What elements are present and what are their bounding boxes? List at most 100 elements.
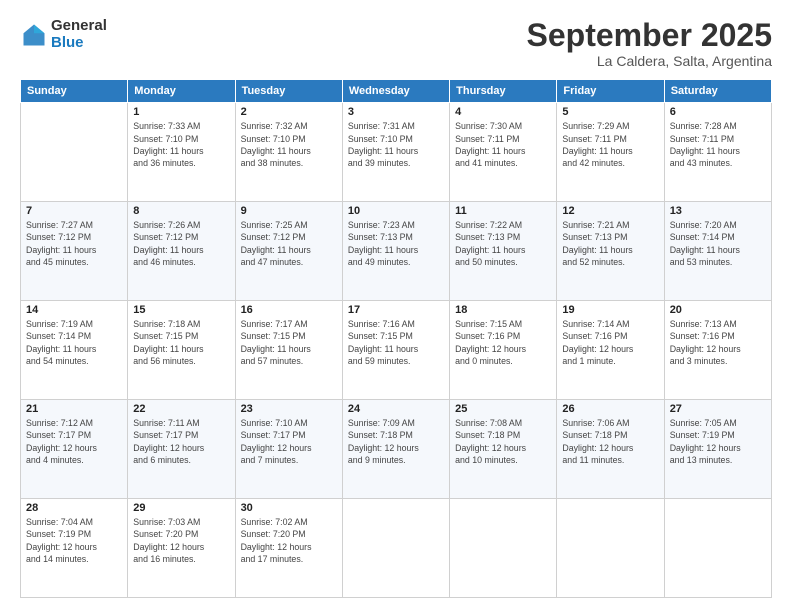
day-number: 12: [562, 205, 658, 217]
day-number: 20: [670, 304, 766, 316]
calendar-cell: 3Sunrise: 7:31 AM Sunset: 7:10 PM Daylig…: [342, 103, 449, 202]
day-number: 29: [133, 502, 229, 514]
day-info: Sunrise: 7:22 AM Sunset: 7:13 PM Dayligh…: [455, 219, 551, 268]
day-info: Sunrise: 7:18 AM Sunset: 7:15 PM Dayligh…: [133, 318, 229, 367]
calendar-cell: 9 Sunrise: 7:25 AM Sunset: 7:12 PM Daylig…: [235, 202, 342, 301]
weekday-header-thursday: Thursday: [450, 80, 557, 103]
logo-icon: [20, 21, 48, 49]
calendar-cell: 4 Sunrise: 7:30 AM Sunset: 7:11 PM Daylig…: [450, 103, 557, 202]
calendar-cell: 26 Sunrise: 7:06 AM Sunset: 7:18 PM Dayli…: [557, 400, 664, 499]
title-block: September 2025 La Caldera, Salta, Argent…: [527, 18, 772, 69]
day-info: Sunrise: 7:13 AM Sunset: 7:16 PM Dayligh…: [670, 318, 766, 367]
day-number: 5: [562, 106, 658, 118]
day-info: Sunrise: 7:08 AM Sunset: 7:18 PM Dayligh…: [455, 417, 551, 466]
day-info: Sunrise: 7:23 AM Sunset: 7:13 PM Dayligh…: [348, 219, 444, 268]
location: La Caldera, Salta, Argentina: [527, 53, 772, 69]
day-number: 2: [241, 106, 337, 118]
calendar-cell: 24 Sunrise: 7:09 AM Sunset: 7:18 PM Dayli…: [342, 400, 449, 499]
day-info: Sunrise: 7:32 AM Sunset: 7:10 PM Dayligh…: [241, 120, 337, 169]
calendar-cell: [21, 103, 128, 202]
calendar-cell: 7 Sunrise: 7:27 AM Sunset: 7:12 PM Daylig…: [21, 202, 128, 301]
calendar-cell: 29 Sunrise: 7:03 AM Sunset: 7:20 PM Dayli…: [128, 499, 235, 598]
day-number: 18: [455, 304, 551, 316]
weekday-header-monday: Monday: [128, 80, 235, 103]
day-number: 21: [26, 403, 122, 415]
calendar-cell: 19 Sunrise: 7:14 AM Sunset: 7:16 PM Dayli…: [557, 301, 664, 400]
calendar-cell: 21 Sunrise: 7:12 AM Sunset: 7:17 PM Dayli…: [21, 400, 128, 499]
calendar-cell: 16Sunrise: 7:17 AM Sunset: 7:15 PM Dayli…: [235, 301, 342, 400]
day-number: 1: [133, 106, 229, 118]
weekday-header-saturday: Saturday: [664, 80, 771, 103]
day-info: Sunrise: 7:12 AM Sunset: 7:17 PM Dayligh…: [26, 417, 122, 466]
header: General Blue September 2025 La Caldera, …: [20, 18, 772, 69]
day-number: 7: [26, 205, 122, 217]
logo: General Blue: [20, 18, 107, 51]
day-info: Sunrise: 7:14 AM Sunset: 7:16 PM Dayligh…: [562, 318, 658, 367]
day-number: 6: [670, 106, 766, 118]
calendar-cell: 2 Sunrise: 7:32 AM Sunset: 7:10 PM Daylig…: [235, 103, 342, 202]
day-number: 28: [26, 502, 122, 514]
day-number: 9: [241, 205, 337, 217]
day-info: Sunrise: 7:03 AM Sunset: 7:20 PM Dayligh…: [133, 516, 229, 565]
weekday-header-friday: Friday: [557, 80, 664, 103]
weekday-header-wednesday: Wednesday: [342, 80, 449, 103]
day-number: 16: [241, 304, 337, 316]
calendar-cell: 12Sunrise: 7:21 AM Sunset: 7:13 PM Dayli…: [557, 202, 664, 301]
day-info: Sunrise: 7:30 AM Sunset: 7:11 PM Dayligh…: [455, 120, 551, 169]
calendar-cell: [557, 499, 664, 598]
day-info: Sunrise: 7:06 AM Sunset: 7:18 PM Dayligh…: [562, 417, 658, 466]
calendar-cell: 27Sunrise: 7:05 AM Sunset: 7:19 PM Dayli…: [664, 400, 771, 499]
calendar-cell: 15Sunrise: 7:18 AM Sunset: 7:15 PM Dayli…: [128, 301, 235, 400]
calendar-cell: 17 Sunrise: 7:16 AM Sunset: 7:15 PM Dayli…: [342, 301, 449, 400]
day-number: 26: [562, 403, 658, 415]
logo-text: General Blue: [51, 18, 107, 51]
day-info: Sunrise: 7:15 AM Sunset: 7:16 PM Dayligh…: [455, 318, 551, 367]
day-info: Sunrise: 7:10 AM Sunset: 7:17 PM Dayligh…: [241, 417, 337, 466]
day-info: Sunrise: 7:19 AM Sunset: 7:14 PM Dayligh…: [26, 318, 122, 367]
day-number: 14: [26, 304, 122, 316]
calendar-cell: 11 Sunrise: 7:22 AM Sunset: 7:13 PM Dayli…: [450, 202, 557, 301]
day-info: Sunrise: 7:09 AM Sunset: 7:18 PM Dayligh…: [348, 417, 444, 466]
day-number: 8: [133, 205, 229, 217]
day-number: 22: [133, 403, 229, 415]
calendar-cell: 8 Sunrise: 7:26 AM Sunset: 7:12 PM Daylig…: [128, 202, 235, 301]
day-info: Sunrise: 7:26 AM Sunset: 7:12 PM Dayligh…: [133, 219, 229, 268]
calendar-cell: [450, 499, 557, 598]
calendar-cell: 6 Sunrise: 7:28 AM Sunset: 7:11 PM Daylig…: [664, 103, 771, 202]
day-info: Sunrise: 7:28 AM Sunset: 7:11 PM Dayligh…: [670, 120, 766, 169]
day-info: Sunrise: 7:02 AM Sunset: 7:20 PM Dayligh…: [241, 516, 337, 565]
day-number: 4: [455, 106, 551, 118]
calendar-cell: 28 Sunrise: 7:04 AM Sunset: 7:19 PM Dayli…: [21, 499, 128, 598]
weekday-header-tuesday: Tuesday: [235, 80, 342, 103]
calendar-cell: 5 Sunrise: 7:29 AM Sunset: 7:11 PM Daylig…: [557, 103, 664, 202]
calendar-cell: 18 Sunrise: 7:15 AM Sunset: 7:16 PM Dayli…: [450, 301, 557, 400]
week-row-5: 28 Sunrise: 7:04 AM Sunset: 7:19 PM Dayli…: [21, 499, 772, 598]
logo-general: General: [51, 18, 107, 35]
weekday-header-row: SundayMondayTuesdayWednesdayThursdayFrid…: [21, 80, 772, 103]
calendar-cell: 25 Sunrise: 7:08 AM Sunset: 7:18 PM Dayli…: [450, 400, 557, 499]
day-info: Sunrise: 7:11 AM Sunset: 7:17 PM Dayligh…: [133, 417, 229, 466]
day-info: Sunrise: 7:25 AM Sunset: 7:12 PM Dayligh…: [241, 219, 337, 268]
day-number: 13: [670, 205, 766, 217]
day-number: 19: [562, 304, 658, 316]
day-number: 23: [241, 403, 337, 415]
day-info: Sunrise: 7:20 AM Sunset: 7:14 PM Dayligh…: [670, 219, 766, 268]
calendar: SundayMondayTuesdayWednesdayThursdayFrid…: [20, 79, 772, 598]
calendar-cell: 13 Sunrise: 7:20 AM Sunset: 7:14 PM Dayli…: [664, 202, 771, 301]
day-info: Sunrise: 7:05 AM Sunset: 7:19 PM Dayligh…: [670, 417, 766, 466]
day-number: 24: [348, 403, 444, 415]
calendar-cell: 22 Sunrise: 7:11 AM Sunset: 7:17 PM Dayli…: [128, 400, 235, 499]
day-info: Sunrise: 7:27 AM Sunset: 7:12 PM Dayligh…: [26, 219, 122, 268]
day-number: 11: [455, 205, 551, 217]
day-info: Sunrise: 7:29 AM Sunset: 7:11 PM Dayligh…: [562, 120, 658, 169]
day-number: 25: [455, 403, 551, 415]
calendar-cell: 10Sunrise: 7:23 AM Sunset: 7:13 PM Dayli…: [342, 202, 449, 301]
calendar-cell: 20 Sunrise: 7:13 AM Sunset: 7:16 PM Dayli…: [664, 301, 771, 400]
day-info: Sunrise: 7:16 AM Sunset: 7:15 PM Dayligh…: [348, 318, 444, 367]
day-number: 17: [348, 304, 444, 316]
day-number: 30: [241, 502, 337, 514]
week-row-4: 21 Sunrise: 7:12 AM Sunset: 7:17 PM Dayli…: [21, 400, 772, 499]
logo-blue: Blue: [51, 35, 107, 52]
day-info: Sunrise: 7:04 AM Sunset: 7:19 PM Dayligh…: [26, 516, 122, 565]
week-row-2: 7 Sunrise: 7:27 AM Sunset: 7:12 PM Daylig…: [21, 202, 772, 301]
